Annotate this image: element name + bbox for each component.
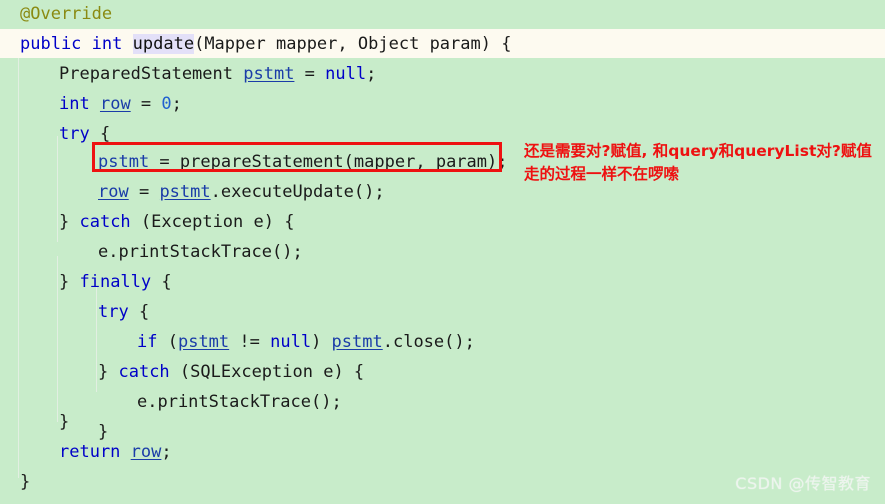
token-var-pstmt: pstmt [331,332,383,352]
token-assign: = [149,152,180,172]
code-line[interactable]: int row = 0; [0,89,885,119]
token-brace-close: } [59,412,70,432]
token-assign: = [128,182,160,202]
token-call-preparestatement: prepareStatement [179,152,344,172]
code-line[interactable]: if (pstmt != null) pstmt.close(); [0,327,885,357]
code-line[interactable]: } finally { [0,267,885,297]
token-assign: = [130,94,162,114]
token-type-mapper: Mapper [204,34,266,54]
token-brace-close: } [59,272,80,292]
token-operator-ne: != [229,332,271,352]
code-line[interactable]: @Override [0,0,885,29]
token-method-name-selected: update [132,34,195,54]
token-paren-close: ) [311,332,332,352]
token-comma: , [337,34,358,54]
token-var-pstmt: pstmt [159,182,211,202]
token-paren-open: ( [157,332,178,352]
token-var-pstmt: pstmt [243,64,295,84]
token-keyword-try: try [59,124,90,144]
token-semicolon: ; [161,442,172,462]
token-type-preparedstatement: PreparedStatement [59,64,233,84]
token-keyword-if: if [137,332,158,352]
token-call-close: .close(); [382,332,475,352]
token-var-row: row [99,94,131,114]
token-keyword-try: try [98,302,129,322]
token-keyword-null: null [325,64,367,84]
token-keyword-catch: catch [118,362,170,382]
token-var-row: row [98,182,129,202]
token-var-pstmt: pstmt [98,152,150,172]
token-brace-close: } [59,212,80,232]
token-var-pstmt: pstmt [177,332,230,352]
token-call-executeupdate: .executeUpdate(); [210,182,385,202]
code-line[interactable]: } catch (SQLException e) { [0,357,885,387]
token-brace-open: { [128,302,150,322]
token-type-object: Object [357,34,420,54]
token-type-sqlexception: SQLException [190,362,313,382]
token-paren-open: ( [343,152,354,172]
code-line[interactable]: return row; [0,437,885,467]
token-keyword-return: return [59,442,121,462]
token-assign: = [294,64,326,84]
token-keyword-finally: finally [79,272,152,292]
token-annotation: @Override [20,4,113,24]
token-paren-open: ( [130,212,152,232]
token-brace-close: } [98,362,119,382]
token-keyword-int: int [91,34,123,54]
token-semicolon: ; [171,94,182,114]
code-editor[interactable]: @Override public int update(Mapper mappe… [0,0,885,504]
token-type-exception: Exception [151,212,244,232]
token-arg-mapper: mapper [353,152,416,172]
token-keyword-catch: catch [79,212,131,232]
code-line[interactable]: PreparedStatement pstmt = null; [0,59,885,89]
token-keyword-int: int [59,94,90,114]
token-var-row: row [130,442,162,462]
token-call-printstacktrace: e.printStackTrace(); [98,242,303,262]
token-arg-param: param [435,152,488,172]
token-paren-close: ); [487,152,508,172]
token-paren-open: ( [194,34,205,54]
code-line-current[interactable]: public int update(Mapper mapper, Object … [0,29,885,59]
csdn-watermark: CSDN @传智教育 [735,474,871,493]
token-brace-close: } [20,472,31,492]
token-param-e: e) { [243,212,295,232]
token-paren-brace: ) { [480,34,512,54]
code-line[interactable]: e.printStackTrace(); [0,237,885,267]
token-paren-open: ( [169,362,191,382]
token-param-e: e) { [312,362,365,382]
token-brace-open: { [151,272,172,292]
token-keyword-public: public [20,34,82,54]
code-line[interactable]: } [0,407,885,437]
screenshot-root: @Override public int update(Mapper mappe… [0,0,885,504]
token-param-param: param [429,34,481,54]
token-param-mapper: mapper [275,34,338,54]
code-line[interactable]: try { [0,297,885,327]
code-line[interactable]: } catch (Exception e) { [0,207,885,237]
token-brace-open: { [89,124,111,144]
token-comma: , [415,152,436,172]
token-keyword-null: null [270,332,312,352]
token-semicolon: ; [366,64,377,84]
red-annotation-text: 还是需要对?赋值, 和query和queryList对?赋值 走的过程一样不在啰… [524,142,872,183]
token-number-zero: 0 [161,94,172,114]
